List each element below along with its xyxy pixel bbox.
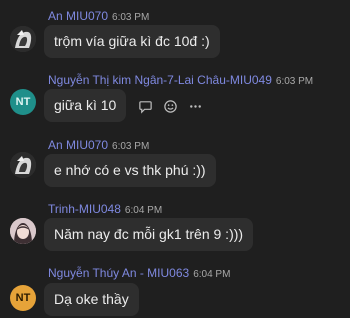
- message-bubble: giữa kì 10: [44, 89, 127, 122]
- avatar[interactable]: NT: [10, 285, 36, 311]
- react-icon[interactable]: [162, 98, 178, 114]
- message-header: Trinh-MIU048 6:04 PM: [48, 201, 162, 217]
- message-header: Nguyễn Thúy An - MIU063 6:04 PM: [48, 265, 230, 281]
- author-name[interactable]: An MIU070: [48, 138, 108, 152]
- timestamp: 6:03 PM: [275, 76, 314, 87]
- message-bubble: trộm vía giữa kì đc 10đ :): [44, 25, 220, 58]
- timestamp: 6:04 PM: [124, 205, 163, 216]
- more-icon[interactable]: [187, 98, 203, 114]
- message-header: An MIU070 6:03 PM: [48, 8, 149, 24]
- message-header: Nguyễn Thị kim Ngân-7-Lai Châu-MIU049 6:0…: [48, 72, 313, 88]
- message-actions: [137, 98, 203, 114]
- avatar[interactable]: [10, 152, 36, 178]
- avatar[interactable]: NT: [10, 89, 36, 115]
- author-name[interactable]: An MIU070: [48, 9, 108, 23]
- message-bubble: Dạ oke thầy: [44, 283, 139, 316]
- timestamp: 6:04 PM: [193, 269, 231, 280]
- message-bubble: Năm nay đc mỗi gk1 trên 9 :))): [44, 218, 254, 251]
- author-name[interactable]: Trinh-MIU048: [48, 202, 121, 216]
- author-name[interactable]: Nguyễn Thúy An - MIU063: [48, 266, 189, 280]
- avatar[interactable]: [10, 218, 36, 244]
- avatar[interactable]: [10, 26, 36, 52]
- author-name[interactable]: Nguyễn Thị kim Ngân-7-Lai Châu-MIU049: [48, 73, 272, 87]
- message-bubble: e nhớ có e vs thk phú :)): [44, 154, 216, 187]
- message-header: An MIU070 6:03 PM: [48, 137, 149, 153]
- reply-icon[interactable]: [137, 98, 153, 114]
- timestamp: 6:03 PM: [112, 141, 150, 152]
- timestamp: 6:03 PM: [112, 12, 150, 23]
